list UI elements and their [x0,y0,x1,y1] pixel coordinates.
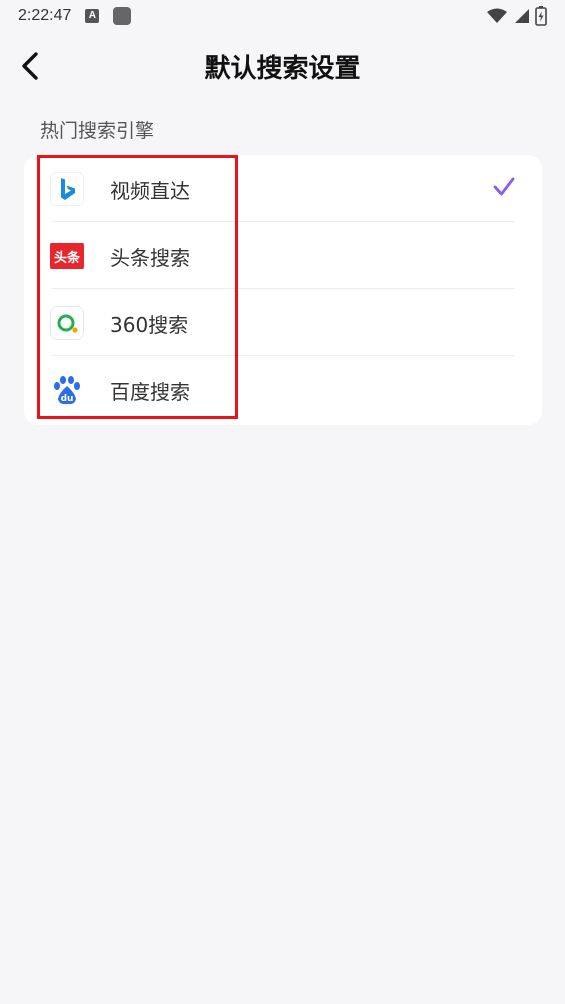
status-left: 2:22:47 A [18,7,132,25]
engine-row-360[interactable]: 360搜索 [24,289,542,356]
status-time: 2:22:47 [18,7,72,24]
header: 默认搜索设置 [0,36,565,96]
page-title: 默认搜索设置 [204,54,361,84]
bing-logo-icon [50,172,84,206]
baidu-logo-icon: du [50,373,84,407]
notification-a-icon: A [85,9,100,23]
toutiao-logo-icon: 头条 [50,239,84,273]
baidu-logo-text: du [61,394,74,404]
engine-row-baidu[interactable]: du 百度搜索 [24,356,542,423]
engine-label: 视频直达 [110,179,190,203]
notification-app-icon [113,7,132,25]
status-bar: 2:22:47 A [0,0,565,32]
toutiao-logo-text: 头条 [54,250,81,266]
engine-row-bing[interactable]: 视频直达 [24,155,542,222]
engine-label: 360搜索 [110,313,189,337]
signal-icon [515,9,529,23]
engine-label: 头条搜索 [110,246,190,270]
360-logo-icon [50,306,84,340]
status-right [487,6,547,26]
wifi-icon [487,8,507,23]
checkmark-icon [493,177,515,196]
battery-charging-icon [535,6,547,26]
engine-label: 百度搜索 [110,380,190,404]
section-title: 热门搜索引擎 [40,120,155,142]
engine-row-toutiao[interactable]: 头条 头条搜索 [24,222,542,289]
search-engine-list: 视频直达 头条 头条搜索 360搜索 du 百度搜索 [24,155,542,425]
